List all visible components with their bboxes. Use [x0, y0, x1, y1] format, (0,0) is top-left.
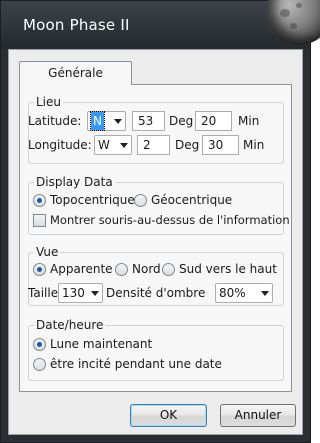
taille-value: 130: [62, 286, 85, 300]
taille-select[interactable]: 130: [58, 283, 103, 303]
group-display-data: Display Data Topocentrique Géocentrique …: [28, 175, 290, 235]
chevron-down-icon: [261, 291, 269, 296]
checkbox-mouseover-info-label[interactable]: Montrer souris-au-dessus de l'informatio…: [50, 212, 290, 228]
tab-panel-generale: Lieu Latitude: N 53 Deg 20 Min Longitude…: [19, 84, 292, 392]
ok-button[interactable]: OK: [130, 404, 207, 427]
longitude-label: Longitude:: [28, 138, 92, 152]
radio-sud-vers-le-haut[interactable]: [162, 263, 175, 276]
chevron-down-icon: [120, 143, 128, 148]
radio-etre-incite[interactable]: [33, 358, 46, 371]
moon-phase-window: Moon Phase II Générale Lieu Latitude: N …: [0, 0, 320, 443]
latitude-label: Latitude:: [28, 114, 82, 128]
densite-value: 80%: [219, 286, 246, 300]
longitude-hemisphere-value: W: [98, 138, 110, 152]
radio-topocentrique[interactable]: [33, 194, 46, 207]
radio-lune-maintenant-label[interactable]: Lune maintenant: [50, 336, 152, 352]
chevron-down-icon: [114, 119, 122, 124]
chevron-down-icon: [91, 291, 99, 296]
latitude-degrees-input[interactable]: 53: [132, 111, 165, 131]
group-vue: Vue Apparente Nord Sud vers le haut Tail…: [28, 245, 284, 306]
latitude-deg-label: Deg: [169, 114, 194, 128]
radio-nord[interactable]: [115, 263, 128, 276]
latitude-hemisphere-value: N: [90, 111, 105, 131]
moon-icon: [266, 0, 320, 45]
radio-geocentrique-label[interactable]: Géocentrique: [151, 192, 232, 208]
radio-lune-maintenant[interactable]: [33, 338, 46, 351]
radio-apparente-label[interactable]: Apparente: [50, 261, 113, 277]
dialog-footer: OK Annuler: [9, 396, 302, 434]
longitude-min-label: Min: [243, 138, 265, 152]
dialog-client-area: Générale Lieu Latitude: N 53 Deg 20 Min …: [8, 49, 303, 435]
longitude-minutes-input[interactable]: 30: [202, 135, 239, 155]
longitude-degrees-input[interactable]: 2: [137, 135, 170, 155]
window-title: Moon Phase II: [23, 16, 130, 34]
radio-etre-incite-label[interactable]: être incité pendant une date: [50, 356, 222, 372]
latitude-hemisphere-select[interactable]: N: [87, 111, 126, 131]
checkbox-mouseover-info[interactable]: [33, 214, 46, 227]
group-date-heure-legend: Date/heure: [34, 318, 106, 332]
longitude-deg-label: Deg: [175, 138, 200, 152]
latitude-minutes-input[interactable]: 20: [195, 111, 232, 131]
latitude-min-label: Min: [238, 114, 260, 128]
radio-geocentrique[interactable]: [134, 194, 147, 207]
radio-apparente[interactable]: [33, 263, 46, 276]
taille-label: Taille: [28, 286, 59, 300]
title-bar[interactable]: Moon Phase II: [1, 0, 320, 49]
group-lieu: Lieu Latitude: N 53 Deg 20 Min Longitude…: [28, 95, 284, 164]
group-date-heure: Date/heure Lune maintenant être incité p…: [28, 318, 284, 381]
densite-label: Densité d'ombre: [106, 286, 206, 300]
radio-nord-label[interactable]: Nord: [132, 261, 161, 277]
tab-generale[interactable]: Générale: [19, 61, 132, 85]
cancel-button[interactable]: Annuler: [220, 404, 296, 427]
longitude-hemisphere-select[interactable]: W: [94, 135, 132, 155]
group-vue-legend: Vue: [34, 245, 61, 259]
radio-topocentrique-label[interactable]: Topocentrique: [50, 192, 135, 208]
radio-sud-vers-le-haut-label[interactable]: Sud vers le haut: [179, 261, 277, 277]
densite-select[interactable]: 80%: [215, 283, 273, 303]
group-lieu-legend: Lieu: [34, 95, 64, 109]
group-display-data-legend: Display Data: [34, 175, 115, 189]
